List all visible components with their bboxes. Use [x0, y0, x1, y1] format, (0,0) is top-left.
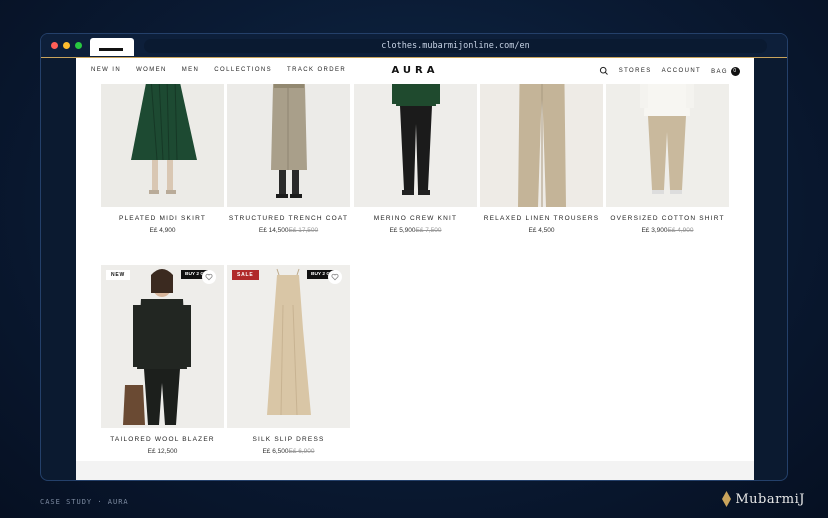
- url-bar[interactable]: clothes.mubarmijonline.com/en: [144, 39, 767, 53]
- heart-icon: [205, 273, 213, 281]
- search-icon[interactable]: [599, 66, 609, 76]
- bag-button[interactable]: BAG 0: [711, 66, 740, 76]
- bag-label: BAG: [711, 68, 728, 75]
- product-card[interactable]: NEW BUY 2 G TAILORED WOOL BLAZER E£ 12,5…: [101, 265, 224, 455]
- diamond-logo-icon: [722, 491, 732, 507]
- close-window-button[interactable]: [51, 42, 58, 49]
- header-actions: STORES ACCOUNT BAG 0: [599, 66, 740, 76]
- price: E£ 12,500: [147, 448, 178, 455]
- product-price-row: E£ 4,900: [101, 227, 224, 234]
- product-price-row: E£ 5,900E£ 7,500: [354, 227, 477, 234]
- price: E£ 14,500: [258, 227, 289, 234]
- product-name[interactable]: TAILORED WOOL BLAZER: [101, 436, 224, 443]
- price: E£ 4,500: [528, 227, 555, 234]
- product-price-row: E£ 3,900E£ 4,900: [606, 227, 729, 234]
- price: E£ 3,900: [641, 227, 668, 234]
- account-link[interactable]: ACCOUNT: [662, 68, 701, 74]
- nav-collections[interactable]: COLLECTIONS: [214, 67, 272, 73]
- product-card[interactable]: PLEATED MIDI SKIRT E£ 4,900: [101, 58, 224, 234]
- nav-men[interactable]: MEN: [182, 67, 200, 73]
- old-price: E£ 6,900: [288, 448, 315, 455]
- site-header: NEW IN WOMEN MEN COLLECTIONS TRACK ORDER…: [76, 58, 754, 84]
- maximize-window-button[interactable]: [75, 42, 82, 49]
- web-page: PLEATED MIDI SKIRT E£ 4,900 STRUCTURED T…: [76, 58, 754, 480]
- product-name[interactable]: OVERSIZED COTTON SHIRT: [606, 215, 729, 222]
- heart-icon: [331, 273, 339, 281]
- case-study-caption: CASE STUDY · AURA: [40, 498, 129, 506]
- product-card[interactable]: OVERSIZED COTTON SHIRT E£ 3,900E£ 4,900: [606, 58, 729, 234]
- product-price-row: E£ 6,500E£ 6,900: [227, 448, 350, 455]
- product-card[interactable]: RELAXED LINEN TROUSERS E£ 4,500: [480, 58, 603, 234]
- minimize-window-button[interactable]: [63, 42, 70, 49]
- bag-count: 0: [731, 66, 740, 76]
- old-price: E£ 17,500: [288, 227, 319, 234]
- nav-women[interactable]: WOMEN: [136, 67, 167, 73]
- product-card[interactable]: MERINO CREW KNIT E£ 5,900E£ 7,500: [354, 58, 477, 234]
- browser-window: clothes.mubarmijonline.com/en PLEATED MI…: [40, 33, 788, 481]
- product-card[interactable]: SALE BUY 2 G SILK SLIP DRESS E£ 6,500E£ …: [227, 265, 350, 455]
- nav-track-order[interactable]: TRACK ORDER: [287, 67, 346, 73]
- wishlist-button[interactable]: [328, 270, 342, 284]
- product-price-row: E£ 14,500E£ 17,500: [227, 227, 350, 234]
- product-image[interactable]: SALE BUY 2 G: [227, 265, 350, 428]
- product-name[interactable]: MERINO CREW KNIT: [354, 215, 477, 222]
- product-card[interactable]: STRUCTURED TRENCH COAT E£ 14,500E£ 17,50…: [227, 58, 350, 234]
- product-name[interactable]: STRUCTURED TRENCH COAT: [227, 215, 350, 222]
- nav-new-in[interactable]: NEW IN: [91, 67, 121, 73]
- product-price-row: E£ 4,500: [480, 227, 603, 234]
- old-price: E£ 4,900: [667, 227, 694, 234]
- product-name[interactable]: SILK SLIP DRESS: [227, 436, 350, 443]
- main-nav: NEW IN WOMEN MEN COLLECTIONS TRACK ORDER: [91, 67, 346, 73]
- price: E£ 5,900: [389, 227, 416, 234]
- stores-link[interactable]: STORES: [619, 68, 652, 74]
- wishlist-button[interactable]: [202, 270, 216, 284]
- price: E£ 6,500: [262, 448, 289, 455]
- title-bar: clothes.mubarmijonline.com/en: [41, 34, 787, 58]
- site-logo[interactable]: AURA: [380, 65, 450, 76]
- product-image[interactable]: NEW BUY 2 G: [101, 265, 224, 428]
- tab-title-placeholder: [99, 48, 123, 51]
- brand-name: MubarmiJ: [735, 491, 805, 507]
- product-name[interactable]: RELAXED LINEN TROUSERS: [480, 215, 603, 222]
- browser-tab[interactable]: [90, 38, 134, 56]
- old-price: E£ 7,500: [415, 227, 442, 234]
- price: E£ 4,900: [149, 227, 176, 234]
- product-price-row: E£ 12,500: [101, 448, 224, 455]
- brand-mark: MubarmiJ: [722, 491, 805, 507]
- footer-strip: [76, 461, 754, 480]
- new-badge: NEW: [106, 270, 131, 280]
- product-name[interactable]: PLEATED MIDI SKIRT: [101, 215, 224, 222]
- sale-badge: SALE: [232, 270, 259, 280]
